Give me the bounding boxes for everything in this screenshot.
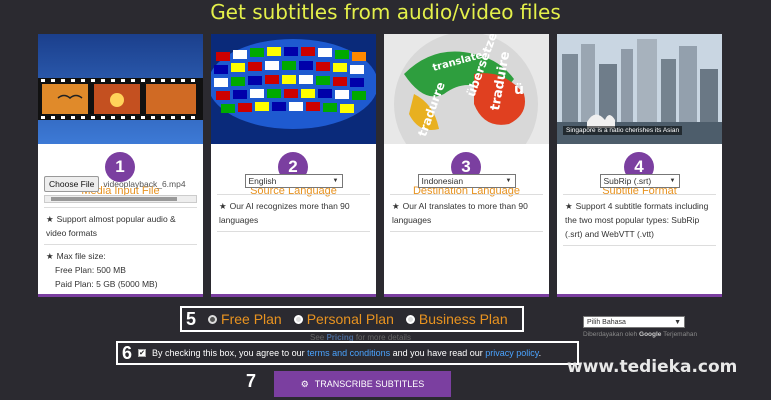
choose-file-button[interactable]: Choose File [44,176,100,192]
terms-link[interactable]: terms and conditions [307,348,390,358]
terms-agreement: 6 ✔ By checking this box, you agree to o… [116,341,579,365]
limit-paid: Paid Plan: 5 GB (5000 MB) [55,279,158,289]
feature-item: ★ Support almost popular audio & video fo… [46,214,176,238]
chevron-down-icon: ▼ [674,318,681,326]
file-name: videoplayback_6.mp4 [103,179,186,189]
plan-option-personal[interactable]: Personal Plan [293,311,394,327]
svg-text:ü: ü [514,82,524,98]
language-select[interactable]: Pilih Bahasa ▼ [583,316,685,328]
destination-language-card: translate übersetzen traduire tradurre ü… [384,34,549,297]
media-input-card: 1 Media Input File Choose File videoplay… [38,34,203,297]
plan-selector: 5 Free Plan Personal Plan Business Plan [180,306,524,332]
privacy-link[interactable]: privacy policy [485,348,538,358]
radio-icon[interactable] [293,314,303,324]
terms-checkbox[interactable]: ✔ [138,349,147,357]
plan-option-business[interactable]: Business Plan [405,311,508,327]
feature-item: ★ Support 4 subtitle formats including th… [565,201,709,239]
source-language-select[interactable]: English ▼ [244,174,343,188]
page-title: Get subtitles from audio/video files [210,0,561,24]
destination-language-select[interactable]: Indonesian ▼ [417,174,516,188]
chevron-down-icon: ▼ [505,178,512,184]
file-input[interactable]: Choose File videoplayback_6.mp4 [44,176,197,192]
subtitle-format-select[interactable]: SubRip (.srt) ▼ [599,174,680,188]
source-language-card: 2 Source Language English ▼ ★ Our AI recog… [211,34,376,297]
subtitle-format-card: Singapore is a natio cherishes its Asian… [557,34,722,297]
step-number: 5 [186,308,197,329]
feature-item: ★ Our AI recognizes more than 90 language… [219,201,350,225]
radio-icon[interactable] [208,314,218,324]
radio-icon[interactable] [405,314,415,324]
feature-item: ★ Our AI translates to more than 90 langu… [392,201,528,225]
star-icon: ★ [219,201,227,211]
flags-globe-image [211,34,376,144]
limit-free: Free Plan: 500 MB [55,265,126,275]
terms-text: By checking this box, you agree to our t… [152,348,542,358]
step-number: 6 [122,342,133,363]
star-icon: ★ [565,201,573,211]
horizontal-scrollbar[interactable] [44,195,197,203]
chevron-down-icon: ▼ [332,178,339,184]
star-icon: ★ [392,201,400,211]
film-strip-image [38,34,203,144]
translate-globe-image: translate übersetzen traduire tradurre ü [384,34,549,144]
star-icon: ★ [46,251,54,261]
step-number: 7 [246,371,257,391]
gears-icon: ⚙ [300,378,309,389]
watermark: www.tedieka.com [567,357,738,377]
singapore-skyline-image: Singapore is a natio cherishes its Asian [557,34,722,144]
powered-by: Diberdayakan oleh Google Terjemahan [583,331,698,338]
image-caption: Singapore is a natio cherishes its Asian [563,126,683,135]
chevron-down-icon: ▼ [669,178,676,184]
feature-item: ★ Max file size: [46,251,106,261]
star-icon: ★ [46,214,54,224]
plan-option-free[interactable]: Free Plan [208,311,282,327]
transcribe-button[interactable]: ⚙ TRANSCRIBE SUBTITLES [274,371,451,397]
